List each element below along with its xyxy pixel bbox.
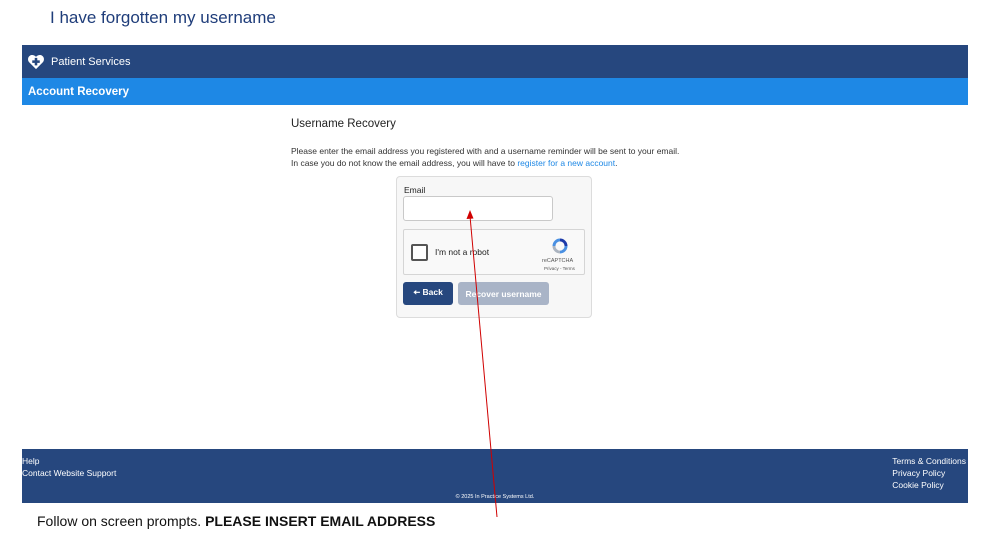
app-header: Patient Services: [22, 45, 968, 78]
footer-link-terms[interactable]: Terms & Conditions: [892, 455, 966, 467]
footer-link-privacy[interactable]: Privacy Policy: [892, 467, 966, 479]
intro-line-1: Please enter the email address you regis…: [291, 146, 680, 156]
app-frame: Patient Services Account Recovery Userna…: [22, 45, 968, 503]
email-input[interactable]: [403, 196, 553, 221]
recaptcha-widget: I'm not a robot reCAPTCHA Privacy - Term…: [403, 229, 585, 275]
section-bar: Account Recovery: [22, 78, 968, 105]
intro-line-2-suffix: .: [615, 158, 618, 168]
register-link[interactable]: register for a new account: [517, 158, 615, 168]
captcha-label: I'm not a robot: [435, 247, 490, 257]
slide-title: I have forgotten my username: [50, 8, 276, 27]
instruction-prefix: Follow on screen prompts.: [37, 513, 206, 529]
footer-links-left: Help Contact Website Support: [22, 455, 116, 479]
recover-username-button[interactable]: Recover username: [458, 282, 549, 305]
recovery-intro: Username Recovery Please enter the email…: [291, 118, 731, 169]
recaptcha-terms-link[interactable]: Privacy - Terms: [544, 266, 575, 271]
recovery-card: Email I'm not a robot reCAPTCHA Privacy …: [396, 176, 592, 318]
app-footer: Help Contact Website Support Terms & Con…: [22, 449, 968, 503]
intro-line-2-prefix: In case you do not know the email addres…: [291, 158, 518, 168]
captcha-checkbox[interactable]: [411, 244, 428, 261]
email-label: Email: [404, 185, 426, 195]
brand-name[interactable]: Patient Services: [51, 56, 130, 68]
heart-cross-icon: [28, 54, 44, 69]
recaptcha-brand: reCAPTCHA: [542, 258, 574, 264]
back-button-label: Back: [422, 286, 443, 297]
footer-link-cookie[interactable]: Cookie Policy: [892, 479, 966, 491]
footer-link-help[interactable]: Help: [22, 455, 116, 467]
footer-link-contact-support[interactable]: Contact Website Support: [22, 467, 116, 479]
back-button[interactable]: 🠄 Back: [403, 282, 453, 305]
intro-line-2: In case you do not know the email addres…: [291, 157, 731, 169]
slide-instruction: Follow on screen prompts. PLEASE INSERT …: [37, 513, 435, 529]
footer-links-right: Terms & Conditions Privacy Policy Cookie…: [892, 455, 966, 491]
footer-copyright: © 2025 In Practice Systems Ltd.: [455, 494, 535, 500]
recaptcha-icon: [552, 238, 568, 254]
section-title: Account Recovery: [28, 85, 129, 98]
instruction-emphasis: PLEASE INSERT EMAIL ADDRESS: [205, 513, 436, 529]
page-heading: Username Recovery: [291, 118, 396, 130]
